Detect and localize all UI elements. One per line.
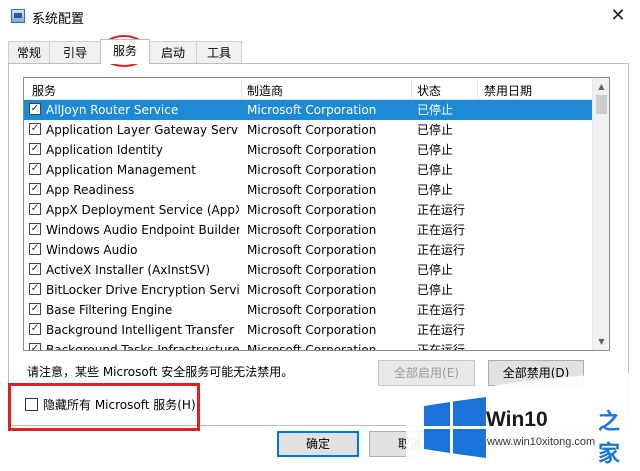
service-manufacturer: Microsoft Corporation: [247, 103, 377, 117]
title-bar: 系统配置 ✕: [0, 0, 640, 32]
table-row[interactable]: ✓ Background Intelligent Transfer ... Micr…: [24, 320, 592, 340]
table-row[interactable]: ✓ Base Filtering Engine Microsoft Corporat…: [24, 300, 592, 320]
hide-ms-services-label[interactable]: 隐藏所有 Microsoft 服务(H): [43, 396, 196, 413]
table-row[interactable]: ✓ AppX Deployment Service (AppX... Microso…: [24, 200, 592, 220]
service-manufacturer: Microsoft Corporation: [247, 343, 377, 351]
table-row[interactable]: ✓ Windows Audio Microsoft Corporation 正在运行: [24, 240, 592, 260]
tab-services[interactable]: 服务: [100, 39, 150, 64]
hide-ms-services-checkbox[interactable]: [25, 398, 38, 411]
column-header-manufacturer[interactable]: 制造商: [247, 82, 283, 99]
vertical-scrollbar[interactable]: ▲ ▼: [592, 78, 609, 350]
table-row[interactable]: ✓ Application Layer Gateway Service Micros…: [24, 120, 592, 140]
service-status: 已停止: [417, 103, 454, 117]
service-name: Windows Audio Endpoint Builder: [46, 223, 239, 237]
scroll-thumb[interactable]: [596, 95, 607, 114]
service-checkbox[interactable]: ✓: [29, 143, 41, 155]
tab-boot[interactable]: 引导: [49, 41, 101, 63]
column-header-disabled-date[interactable]: 禁用日期: [484, 82, 532, 99]
window-title: 系统配置: [32, 12, 85, 27]
service-checkbox[interactable]: ✓: [29, 183, 41, 195]
service-status: 已停止: [417, 143, 454, 157]
table-row[interactable]: ✓ BitLocker Drive Encryption Service Micro…: [24, 280, 592, 300]
list-rows: ✓ AllJoyn Router Service Microsoft Corpora…: [24, 100, 592, 351]
service-status: 正在运行: [417, 343, 466, 351]
msconfig-app-icon: [11, 9, 25, 23]
watermark-brand-suffix: 之家: [598, 410, 621, 467]
tab-strip: 常规 引导 服务 启动 工具: [8, 39, 628, 65]
service-name: Application Management: [46, 163, 196, 177]
ok-button[interactable]: 确定: [277, 431, 359, 457]
watermark-url: www.win10xitong.com: [487, 436, 596, 448]
table-row[interactable]: ✓ App Readiness Microsoft Corporation 已停止: [24, 180, 592, 200]
service-status: 正在运行: [417, 303, 466, 317]
close-icon[interactable]: ✕: [602, 2, 634, 30]
service-checkbox[interactable]: ✓: [29, 283, 41, 295]
service-name: Windows Audio: [46, 243, 138, 257]
service-name: Application Layer Gateway Service: [46, 123, 239, 137]
list-header: 服务 制造商 状态 禁用日期: [24, 78, 592, 100]
service-checkbox[interactable]: ✓: [29, 223, 41, 235]
service-status: 正在运行: [417, 223, 466, 237]
scroll-up-icon[interactable]: ▲: [593, 78, 609, 95]
service-name: App Readiness: [46, 183, 135, 197]
service-name: ActiveX Installer (AxInstSV): [46, 263, 211, 277]
column-header-status[interactable]: 状态: [417, 82, 441, 99]
service-status: 已停止: [417, 163, 454, 177]
service-manufacturer: Microsoft Corporation: [247, 263, 377, 277]
security-note: 请注意，某些 Microsoft 安全服务可能无法禁用。: [27, 365, 294, 379]
service-name: Background Tasks Infrastructure ...: [46, 343, 239, 351]
service-checkbox[interactable]: ✓: [29, 203, 41, 215]
service-name: AllJoyn Router Service: [46, 103, 179, 117]
service-manufacturer: Microsoft Corporation: [247, 123, 377, 137]
services-list[interactable]: 服务 制造商 状态 禁用日期 ✓ AllJoyn Router Service Mi…: [23, 77, 610, 351]
table-row[interactable]: ✓ Application Management Microsoft Corpora…: [24, 160, 592, 180]
service-name: Application Identity: [46, 143, 163, 157]
service-checkbox[interactable]: ✓: [29, 263, 41, 275]
column-header-service[interactable]: 服务: [32, 82, 56, 99]
table-row[interactable]: ✓ ActiveX Installer (AxInstSV) Microsoft C…: [24, 260, 592, 280]
service-status: 已停止: [417, 183, 454, 197]
service-checkbox[interactable]: ✓: [29, 123, 41, 135]
service-name: Background Intelligent Transfer ...: [46, 323, 239, 337]
service-manufacturer: Microsoft Corporation: [247, 163, 377, 177]
tab-tools[interactable]: 工具: [196, 41, 242, 63]
service-status: 已停止: [417, 263, 454, 277]
service-manufacturer: Microsoft Corporation: [247, 143, 377, 157]
service-checkbox[interactable]: ✓: [29, 343, 41, 350]
table-row[interactable]: ✓ Application Identity Microsoft Corporati…: [24, 140, 592, 160]
service-status: 正在运行: [417, 243, 466, 257]
service-checkbox[interactable]: ✓: [29, 163, 41, 175]
tab-general[interactable]: 常规: [8, 41, 50, 63]
service-status: 正在运行: [417, 203, 466, 217]
service-checkbox[interactable]: ✓: [29, 323, 41, 335]
watermark-brand: Win10: [486, 408, 548, 431]
table-row[interactable]: ✓ Windows Audio Endpoint Builder Microsoft…: [24, 220, 592, 240]
service-name: BitLocker Drive Encryption Service: [46, 283, 239, 297]
service-name: Base Filtering Engine: [46, 303, 173, 317]
service-checkbox[interactable]: ✓: [29, 243, 41, 255]
scroll-down-icon[interactable]: ▼: [593, 333, 609, 350]
service-checkbox[interactable]: ✓: [29, 303, 41, 315]
service-manufacturer: Microsoft Corporation: [247, 303, 377, 317]
service-manufacturer: Microsoft Corporation: [247, 323, 377, 337]
service-checkbox[interactable]: ✓: [29, 103, 41, 115]
service-status: 正在运行: [417, 323, 466, 337]
table-row[interactable]: ✓ Background Tasks Infrastructure ... Micr…: [24, 340, 592, 351]
service-manufacturer: Microsoft Corporation: [247, 243, 377, 257]
service-manufacturer: Microsoft Corporation: [247, 223, 377, 237]
service-manufacturer: Microsoft Corporation: [247, 283, 377, 297]
service-name: AppX Deployment Service (AppX...: [46, 203, 239, 217]
service-manufacturer: Microsoft Corporation: [247, 183, 377, 197]
service-manufacturer: Microsoft Corporation: [247, 203, 377, 217]
tab-startup[interactable]: 启动: [149, 41, 197, 63]
service-status: 已停止: [417, 283, 454, 297]
table-row[interactable]: ✓ AllJoyn Router Service Microsoft Corpora…: [24, 100, 592, 120]
service-status: 已停止: [417, 123, 454, 137]
